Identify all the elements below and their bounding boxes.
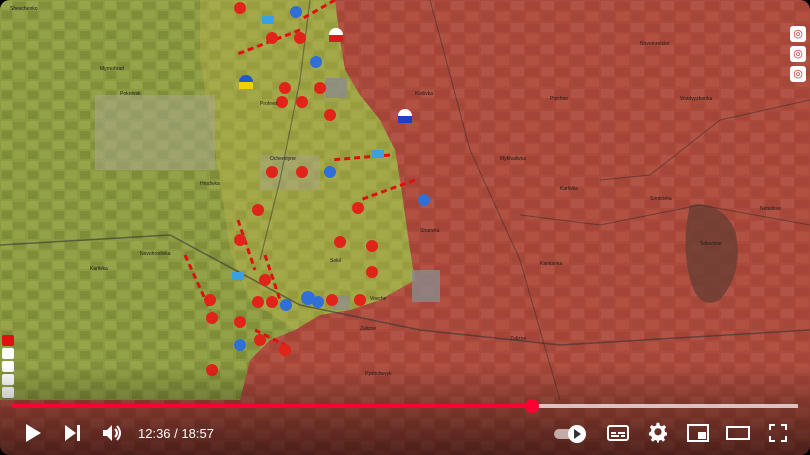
svg-text:Sontsivka: Sontsivka (650, 196, 672, 202)
svg-text:Pokrovsk: Pokrovsk (120, 91, 141, 97)
subtitles-button[interactable] (598, 415, 638, 451)
subtitles-icon (607, 425, 629, 441)
svg-text:Pyshchevyk: Pyshchevyk (365, 371, 392, 377)
progress-bar[interactable] (12, 399, 798, 413)
legend-swatch-icon (2, 348, 14, 359)
fullscreen-icon (769, 424, 787, 442)
map-legend-left (2, 335, 16, 400)
svg-text:Zalizne: Zalizne (510, 336, 526, 342)
time-display: 12:36 / 18:57 (138, 426, 214, 441)
miniplayer-icon (687, 424, 709, 442)
svg-text:Shevchenko: Shevchenko (10, 6, 38, 12)
svg-text:Karlivka: Karlivka (90, 266, 108, 272)
time-separator: / (170, 425, 182, 441)
legend-swatch-icon (2, 387, 14, 398)
svg-text:Zalizne: Zalizne (360, 326, 376, 332)
next-button[interactable] (52, 415, 92, 451)
next-icon (65, 425, 80, 441)
map-legend-side: ◎ ◎ ◎ (790, 26, 808, 86)
legend-swatch-icon (2, 374, 14, 385)
legend-item-icon: ◎ (790, 66, 806, 82)
play-icon (26, 424, 41, 442)
volume-icon (103, 425, 121, 441)
svg-text:Soloviove: Soloviove (700, 241, 722, 247)
autoplay-knob-icon (568, 425, 586, 443)
svg-text:Sharivka: Sharivka (420, 228, 440, 234)
scrubber-handle[interactable] (524, 399, 539, 413)
legend-swatch-icon (2, 361, 14, 372)
progress-played (12, 404, 532, 408)
svg-text:Vovche: Vovche (370, 296, 387, 302)
volume-button[interactable] (92, 415, 132, 451)
time-current: 12:36 (138, 425, 171, 441)
settings-icon (648, 422, 667, 443)
map-frame: Shevchenko Myrnohrad Pokrovsk Prohres Ocher… (0, 0, 810, 455)
legend-swatch-icon (2, 335, 14, 346)
svg-text:Ptychne: Ptychne (550, 96, 568, 102)
svg-text:Vozdvyzhenka: Vozdvyzhenka (680, 96, 712, 102)
settings-button[interactable] (638, 415, 678, 451)
svg-text:Prohres: Prohres (260, 101, 278, 107)
svg-text:Sokil: Sokil (330, 258, 341, 264)
svg-text:Kisilivka: Kisilivka (415, 91, 433, 97)
svg-text:Netailove: Netailove (760, 206, 781, 212)
theater-icon (726, 426, 750, 440)
legend-item-icon: ◎ (790, 46, 806, 62)
svg-text:Ocheretyne: Ocheretyne (270, 156, 296, 162)
legend-item-icon: ◎ (790, 26, 806, 42)
svg-text:Kamianka: Kamianka (540, 261, 562, 267)
autoplay-toggle[interactable] (554, 425, 590, 443)
play-button[interactable] (12, 415, 52, 451)
video-player[interactable]: Shevchenko Myrnohrad Pokrovsk Prohres Ocher… (0, 0, 810, 455)
svg-text:Myrnohrad: Myrnohrad (100, 66, 124, 72)
time-total: 18:57 (181, 425, 214, 441)
svg-text:Novohrodivka: Novohrodivka (140, 251, 171, 257)
theater-button[interactable] (718, 415, 758, 451)
miniplayer-button[interactable] (678, 415, 718, 451)
svg-text:Karlivka: Karlivka (560, 186, 578, 192)
fullscreen-button[interactable] (758, 415, 798, 451)
svg-text:Mykhailivka: Mykhailivka (500, 156, 526, 162)
control-bar: 12:36 / 18:57 (0, 414, 810, 452)
svg-text:Hrodivka: Hrodivka (200, 181, 220, 187)
svg-text:Novotoretske: Novotoretske (640, 41, 670, 47)
